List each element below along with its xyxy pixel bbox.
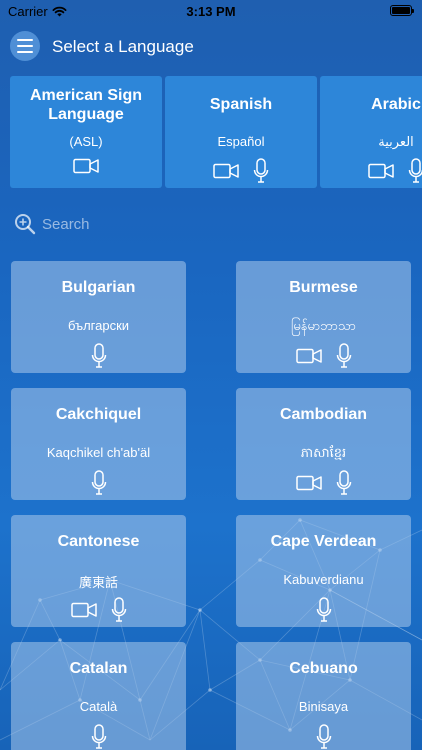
language-name: Cebuano xyxy=(289,660,358,677)
language-grid: Bulgarian български Burmese မြန်မာဘာသာ C… xyxy=(0,0,422,750)
microphone-icon[interactable] xyxy=(91,724,107,750)
language-native-name: 廣東話 xyxy=(78,575,118,590)
microphone-icon[interactable] xyxy=(336,343,352,369)
video-camera-icon[interactable] xyxy=(295,475,322,491)
language-native-name: Binisaya xyxy=(298,699,349,714)
microphone-icon[interactable] xyxy=(316,597,332,623)
microphone-icon[interactable] xyxy=(91,470,107,496)
language-native-name: Kaqchikel ch'ab'äl xyxy=(46,445,151,460)
video-camera-icon[interactable] xyxy=(295,348,322,364)
video-camera-icon[interactable] xyxy=(70,602,97,618)
language-native-name: ភាសាខ្មែរ xyxy=(300,445,347,460)
language-card-bulgarian[interactable]: Bulgarian български xyxy=(11,261,186,373)
language-card-burmese[interactable]: Burmese မြန်မာဘာသာ xyxy=(236,261,411,373)
language-native-name: български xyxy=(67,318,130,333)
language-card-cantonese[interactable]: Cantonese 廣東話 xyxy=(11,515,186,627)
language-name: Cape Verdean xyxy=(270,533,377,550)
language-native-name: Kabuverdianu xyxy=(283,572,364,587)
language-name: Cakchiquel xyxy=(55,406,142,423)
microphone-icon[interactable] xyxy=(111,597,127,623)
language-native-name: Català xyxy=(79,699,118,714)
microphone-icon[interactable] xyxy=(91,343,107,369)
language-name: Cambodian xyxy=(279,406,368,423)
language-name: Bulgarian xyxy=(61,279,136,296)
language-name: Catalan xyxy=(69,660,128,677)
language-card-cebuano[interactable]: Cebuano Binisaya xyxy=(236,642,411,750)
language-name: Cantonese xyxy=(57,533,140,550)
language-card-cape-verdean[interactable]: Cape Verdean Kabuverdianu xyxy=(236,515,411,627)
language-card-cambodian[interactable]: Cambodian ភាសាខ្មែរ xyxy=(236,388,411,500)
language-card-cakchiquel[interactable]: Cakchiquel Kaqchikel ch'ab'äl xyxy=(11,388,186,500)
language-name: Burmese xyxy=(289,279,358,296)
language-native-name: မြန်မာဘာသာ xyxy=(291,318,356,333)
microphone-icon[interactable] xyxy=(316,724,332,750)
language-card-catalan[interactable]: Catalan Català xyxy=(11,642,186,750)
microphone-icon[interactable] xyxy=(336,470,352,496)
